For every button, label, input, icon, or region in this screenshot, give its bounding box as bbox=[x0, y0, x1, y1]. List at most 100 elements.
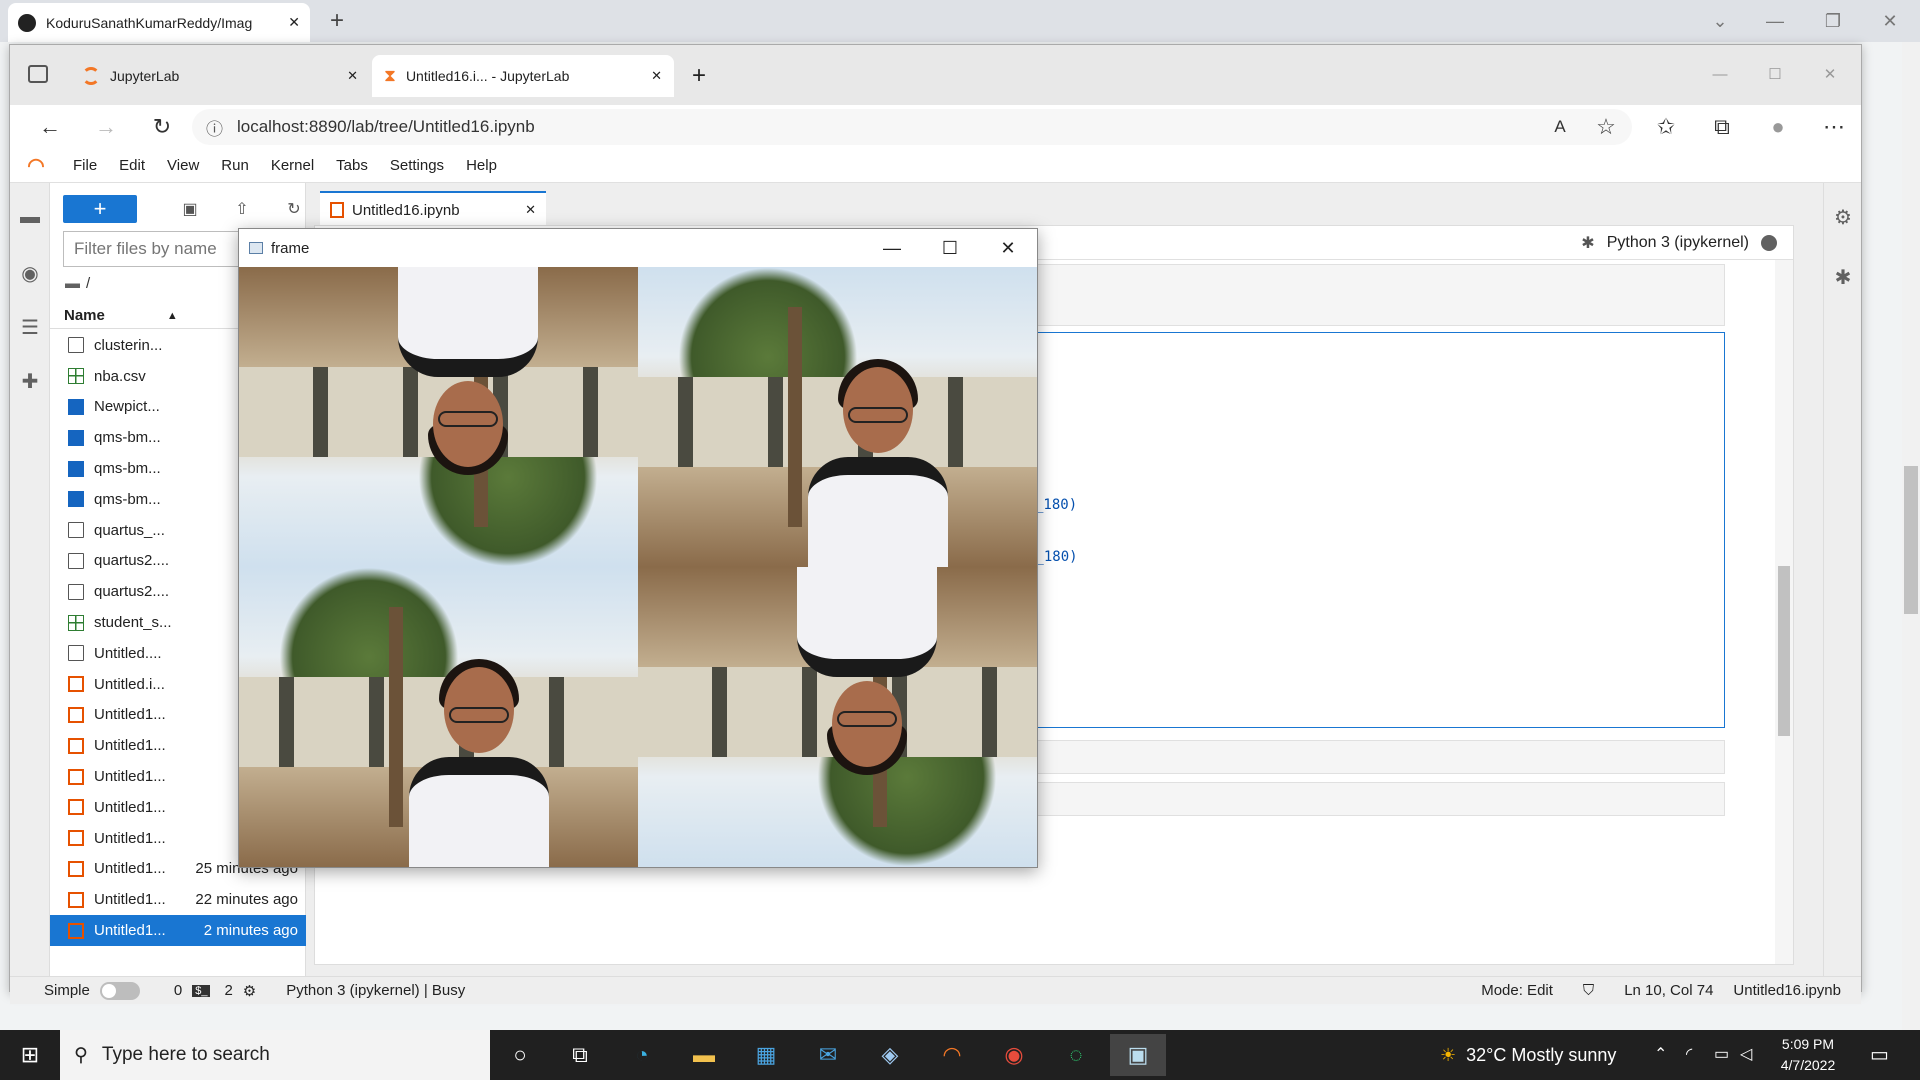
breadcrumb[interactable]: ▬ / bbox=[65, 275, 90, 292]
minimize-button[interactable]: — bbox=[1755, 6, 1795, 36]
file-name: quartus2.... bbox=[94, 583, 170, 601]
simple-mode-toggle[interactable] bbox=[99, 981, 140, 1000]
more-icon[interactable]: ⋯ bbox=[1816, 111, 1852, 143]
app-icon[interactable]: ◈ bbox=[862, 1034, 918, 1076]
minimize-button[interactable]: — bbox=[1700, 59, 1740, 89]
tray-chevron-icon[interactable]: ⌃ bbox=[1654, 1044, 1667, 1064]
window-icon bbox=[249, 242, 263, 254]
favorites-icon[interactable]: ✩ bbox=[1648, 111, 1684, 143]
task-view-icon[interactable]: ⧉ bbox=[552, 1034, 608, 1076]
notebook-icon bbox=[68, 860, 84, 877]
maximize-button[interactable]: ☐ bbox=[921, 229, 979, 267]
file-row[interactable]: Untitled1... 2 minutes ago bbox=[50, 915, 306, 946]
python-window-icon[interactable]: ▣ bbox=[1110, 1034, 1166, 1076]
file-modified: 2 minutes ago bbox=[203, 922, 298, 940]
weather-widget[interactable]: ☀ 32°C Mostly sunny bbox=[1440, 1030, 1616, 1080]
outer-scrollbar-thumb[interactable] bbox=[1904, 466, 1918, 614]
menu-tabs[interactable]: Tabs bbox=[325, 157, 379, 174]
read-aloud-icon[interactable]: A bbox=[1542, 111, 1578, 143]
toc-icon[interactable]: ☰ bbox=[18, 315, 42, 339]
kernel-count[interactable]: 2 bbox=[224, 982, 232, 999]
new-tab-button[interactable]: + bbox=[320, 6, 354, 36]
upload-icon[interactable]: ⇧ bbox=[230, 197, 254, 221]
file-row[interactable]: Untitled1... 22 minutes ago bbox=[50, 884, 306, 915]
refresh-button[interactable]: ↻ bbox=[144, 111, 180, 143]
close-icon[interactable]: ✕ bbox=[651, 68, 662, 84]
clock[interactable]: 5:09 PM 4/7/2022 bbox=[1760, 1034, 1856, 1076]
file-name: qms-bm... bbox=[94, 490, 161, 508]
sort-icon[interactable]: ▲ bbox=[167, 310, 178, 322]
menu-edit[interactable]: Edit bbox=[108, 157, 156, 174]
maximize-button[interactable]: ☐ bbox=[1755, 59, 1795, 89]
menu-view[interactable]: View bbox=[156, 157, 210, 174]
cortana-icon[interactable]: ○ bbox=[492, 1034, 548, 1076]
notebook-tab[interactable]: Untitled16.ipynb ✕ bbox=[320, 191, 546, 227]
right-activity-bar: ⚙ ✱ bbox=[1823, 183, 1861, 976]
edge-app-icon[interactable]: ◔ bbox=[614, 1034, 670, 1076]
terminal-count[interactable]: 0 bbox=[174, 982, 182, 999]
menu-help[interactable]: Help bbox=[455, 157, 508, 174]
tab-actions-icon[interactable] bbox=[28, 65, 48, 83]
file-icon bbox=[68, 552, 84, 569]
jupyter-app-icon[interactable]: ◠ bbox=[924, 1034, 980, 1076]
restore-button[interactable]: ❐ bbox=[1813, 6, 1853, 36]
close-icon[interactable]: ✕ bbox=[525, 202, 536, 218]
new-launcher-button[interactable]: + bbox=[63, 195, 137, 223]
debugger-icon[interactable]: ✱ bbox=[1831, 265, 1855, 289]
address-bar[interactable]: ⓘ localhost:8890/lab/tree/Untitled16.ipy… bbox=[192, 109, 1632, 145]
notebook-scrollbar-thumb[interactable] bbox=[1778, 566, 1790, 736]
edge-tab-jupyterlab[interactable]: JupyterLab ✕ bbox=[70, 55, 370, 97]
close-button[interactable]: ✕ bbox=[1810, 59, 1850, 89]
chrome-icon[interactable]: ◉ bbox=[986, 1034, 1042, 1076]
close-button[interactable]: ✕ bbox=[1870, 6, 1910, 36]
volume-icon[interactable]: ◁ bbox=[1740, 1044, 1752, 1064]
add-favorite-icon[interactable]: ☆ bbox=[1588, 111, 1624, 143]
kernel-status[interactable]: Python 3 (ipykernel) | Busy bbox=[286, 982, 465, 999]
tab-search-button[interactable]: ⌄ bbox=[1700, 6, 1740, 36]
property-inspector-icon[interactable]: ⚙ bbox=[1831, 205, 1855, 229]
extension-icon[interactable]: ✚ bbox=[18, 369, 42, 393]
forward-button[interactable]: → bbox=[88, 111, 124, 143]
file-name: Untitled.i... bbox=[94, 675, 165, 693]
minimize-button[interactable]: — bbox=[863, 229, 921, 267]
back-button[interactable]: ← bbox=[32, 111, 68, 143]
sun-icon: ☀ bbox=[1440, 1044, 1457, 1065]
battery-icon[interactable]: ▭ bbox=[1714, 1044, 1729, 1064]
notification-icon[interactable]: ▭ bbox=[1870, 1042, 1889, 1067]
kernel-name[interactable]: Python 3 (ipykernel) bbox=[1607, 234, 1749, 252]
taskbar: ⊞ ⚲ Type here to search ○ ⧉ ◔ ▬ ▦ ✉ ◈ ◠ … bbox=[0, 1030, 1920, 1080]
refresh-icon[interactable]: ↻ bbox=[282, 197, 306, 221]
running-icon[interactable]: ◉ bbox=[18, 261, 42, 285]
network-icon[interactable]: ◜ bbox=[1686, 1044, 1692, 1064]
debugger-icon[interactable]: ✱ bbox=[1581, 233, 1594, 253]
outer-browser-tab[interactable]: KoduruSanathKumarReddy/Imag ✕ bbox=[8, 3, 310, 42]
menu-settings[interactable]: Settings bbox=[379, 157, 455, 174]
new-tab-button[interactable]: + bbox=[682, 59, 716, 93]
menu-file[interactable]: File bbox=[62, 157, 108, 174]
profile-icon[interactable]: ● bbox=[1760, 111, 1796, 143]
windows-start-icon[interactable]: ⊞ bbox=[0, 1030, 60, 1080]
frame-window[interactable]: frame — ☐ ✕ bbox=[238, 228, 1038, 868]
notebook-tab-title: Untitled16.ipynb bbox=[352, 201, 460, 219]
folder-icon[interactable]: ▬ bbox=[18, 205, 42, 229]
edge-tab-notebook[interactable]: ⧗ Untitled16.i... - JupyterLab ✕ bbox=[372, 55, 674, 97]
menu-run[interactable]: Run bbox=[210, 157, 260, 174]
url-text[interactable]: localhost:8890/lab/tree/Untitled16.ipynb bbox=[237, 117, 535, 137]
close-icon[interactable]: ✕ bbox=[347, 68, 358, 84]
taskbar-search[interactable]: ⚲ Type here to search bbox=[60, 1030, 490, 1080]
column-name[interactable]: Name bbox=[64, 307, 105, 324]
menu-kernel[interactable]: Kernel bbox=[260, 157, 325, 174]
store-icon[interactable]: ▦ bbox=[738, 1034, 794, 1076]
file-explorer-icon[interactable]: ▬ bbox=[676, 1034, 732, 1076]
mail-icon[interactable]: ✉ bbox=[800, 1034, 856, 1076]
new-folder-icon[interactable]: ▣ bbox=[178, 197, 202, 221]
anaconda-icon[interactable]: ◌ bbox=[1048, 1034, 1104, 1076]
info-icon[interactable]: ⓘ bbox=[206, 115, 223, 140]
breadcrumb-root[interactable]: / bbox=[86, 275, 90, 292]
close-button[interactable]: ✕ bbox=[979, 229, 1037, 267]
notebook-icon bbox=[68, 768, 84, 785]
shield-icon[interactable]: ⛉ bbox=[1583, 982, 1594, 999]
close-icon[interactable]: ✕ bbox=[288, 14, 300, 31]
collections-icon[interactable]: ⧉ bbox=[1704, 111, 1740, 143]
cursor-position[interactable]: Ln 10, Col 74 bbox=[1624, 982, 1713, 999]
